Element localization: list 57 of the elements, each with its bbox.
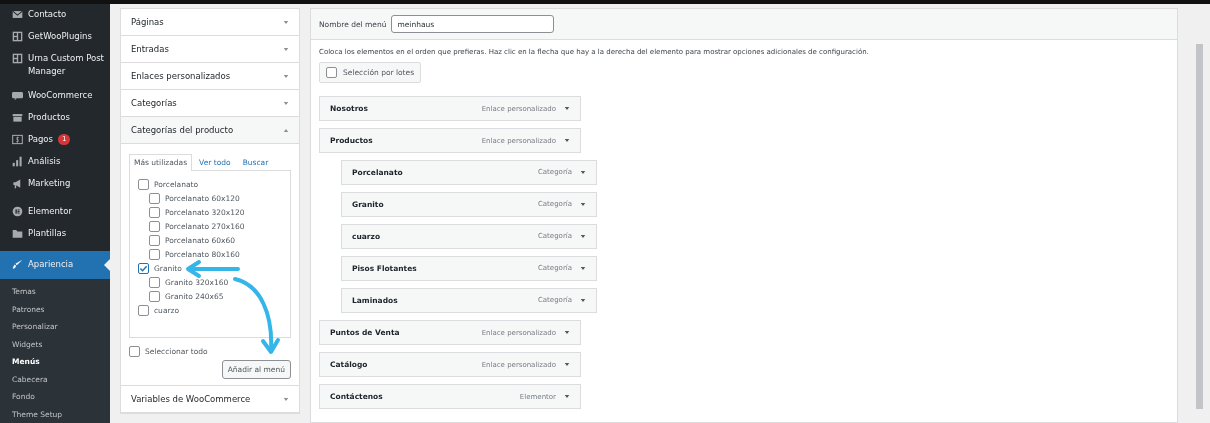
section-title: Categorías del producto [131, 125, 234, 135]
section-title: Entradas [131, 44, 169, 54]
caret-down-icon[interactable] [564, 138, 570, 143]
checkbox[interactable] [149, 192, 160, 204]
caret-down-icon[interactable] [580, 202, 586, 207]
sidebar-item[interactable]: Plantillas [0, 223, 110, 245]
bar-chart-icon [12, 156, 23, 167]
section-title: Variables de WooCommerce [131, 394, 251, 404]
checkbox[interactable] [149, 220, 160, 232]
scrollbar-thumb[interactable] [1195, 44, 1203, 409]
circle-icon [12, 206, 23, 217]
section-title: Categorías [131, 98, 177, 108]
brush-icon [12, 259, 23, 270]
section-header[interactable]: Categorías del producto [121, 117, 299, 144]
sidebar-item[interactable]: Urna Custom Post Manager [0, 48, 110, 85]
caret-down-icon[interactable] [580, 234, 586, 239]
grid-icon [12, 31, 23, 42]
envelope-icon [12, 9, 23, 20]
folder-icon [12, 228, 23, 239]
checkbox[interactable] [138, 262, 149, 274]
caret-down-icon[interactable] [564, 362, 570, 367]
grid-icon [12, 53, 23, 64]
sidebar-item[interactable]: WooCommerce [0, 85, 110, 107]
current-pointer-icon [104, 259, 110, 271]
sidebar-item[interactable]: Contacto [0, 4, 110, 26]
checkbox[interactable] [149, 248, 160, 260]
sidebar-item[interactable]: Elementor [0, 201, 110, 223]
section-title: Enlaces personalizados [131, 71, 231, 81]
sidebar-item[interactable]: GetWooPlugins [0, 26, 110, 48]
caret-down-icon [283, 19, 289, 25]
caret-down-icon [283, 100, 289, 106]
checkbox[interactable] [149, 290, 160, 302]
checkbox[interactable] [149, 276, 160, 288]
caret-down-icon[interactable] [580, 170, 586, 175]
sidebar-item[interactable]: Análisis [0, 151, 110, 173]
caret-down-icon[interactable] [564, 330, 570, 335]
checkbox[interactable] [149, 234, 160, 246]
caret-down-icon [283, 396, 289, 402]
caret-down-icon[interactable] [580, 298, 586, 303]
caret-down-icon[interactable] [580, 266, 586, 271]
speech-bubble-icon [12, 90, 23, 101]
dollar-icon [12, 134, 23, 145]
checkbox[interactable] [138, 304, 149, 316]
section-title: Páginas [131, 17, 164, 27]
sidebar-item[interactable]: Apariencia [0, 251, 110, 279]
caret-down-icon[interactable] [564, 106, 570, 111]
caret-down-icon[interactable] [564, 394, 570, 399]
checkbox[interactable] [138, 178, 149, 190]
checkbox[interactable] [149, 206, 160, 218]
caret-up-icon [283, 127, 289, 133]
caret-down-icon [283, 73, 289, 79]
caret-down-icon [283, 46, 289, 52]
sidebar-item[interactable]: Productos [0, 107, 110, 129]
checkbox[interactable] [129, 345, 140, 357]
megaphone-icon [12, 178, 23, 189]
tray-icon [12, 112, 23, 123]
sidebar-item[interactable]: Marketing [0, 173, 110, 195]
